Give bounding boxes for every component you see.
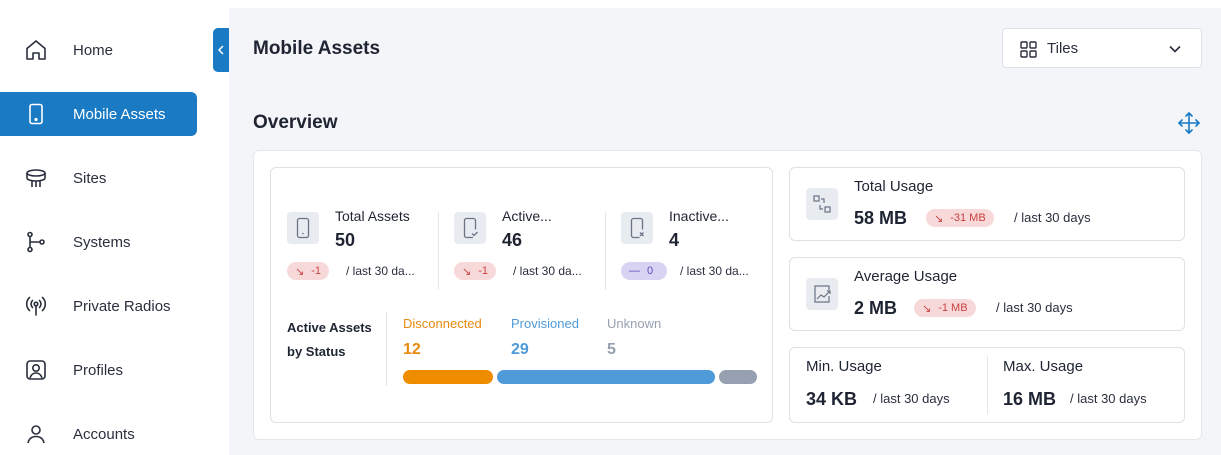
chevron-down-icon (1169, 45, 1181, 53)
sidebar-item-mobile-assets[interactable]: Mobile Assets (0, 92, 197, 136)
delta-badge: ↘ -1 (287, 262, 329, 280)
move-icon[interactable] (1177, 111, 1201, 135)
status-title-line: Active Assets (287, 320, 372, 335)
view-mode-select[interactable]: Tiles (1002, 28, 1202, 68)
max-usage-period: / last 30 days (1070, 391, 1147, 406)
sidebar-item-private-radios[interactable]: Private Radios (0, 284, 197, 328)
trend-down-icon: ↘ (934, 212, 944, 225)
radio-antenna-icon (25, 296, 47, 316)
stat-value: 4 (669, 230, 680, 250)
stat-value: 50 (335, 230, 356, 250)
usage-value: 58 MB (854, 208, 908, 228)
usage-period: / last 30 days (1014, 210, 1091, 225)
min-usage-period: / last 30 days (873, 391, 950, 406)
sidebar-item-sites[interactable]: Sites (0, 156, 197, 200)
delta-value: -1 (478, 265, 488, 277)
stat-period: / last 30 da... (513, 264, 582, 278)
status-label-provisioned: Provisioned (511, 316, 579, 331)
delta-badge: ↘ -1 MB (914, 299, 976, 317)
sidebar-item-label: Private Radios (73, 297, 171, 315)
stat-period: / last 30 da... (346, 264, 415, 278)
profile-icon (26, 360, 46, 380)
chevron-left-icon (217, 45, 224, 55)
systems-icon (27, 231, 45, 253)
site-tower-icon (26, 169, 46, 187)
usage-period: / last 30 days (996, 300, 1073, 315)
stat-total-assets: Total Assets 50 ↘ -1 / last 30 da... (287, 206, 437, 286)
status-bar-segment-unknown (719, 370, 757, 384)
mobile-device-icon (29, 103, 43, 125)
status-bar-segment-disconnected (403, 370, 493, 384)
sidebar-item-home[interactable]: Home (0, 28, 197, 72)
sidebar-item-accounts[interactable]: Accounts (0, 412, 197, 455)
stat-label: Active... (502, 208, 552, 224)
delta-value: -1 MB (938, 302, 968, 314)
mobile-device-icon (287, 212, 319, 244)
delta-value: -31 MB (950, 212, 986, 224)
usage-chart-icon (806, 278, 838, 310)
divider (386, 312, 387, 386)
page-title: Mobile Assets (253, 38, 381, 59)
sidebar: Home Mobile Assets Sites Systems Private… (0, 0, 229, 455)
status-title: Active Assets by Status (287, 316, 372, 364)
status-value-unknown: 5 (607, 341, 616, 358)
min-max-usage-card: Min. Usage 34 KB / last 30 days Max. Usa… (789, 347, 1185, 423)
grid-icon (1020, 41, 1037, 58)
min-usage-value: 34 KB (806, 389, 858, 409)
status-bar-segment-provisioned (497, 370, 715, 384)
view-mode-value: Tiles (1047, 40, 1079, 57)
status-value-disconnected: 12 (403, 341, 421, 358)
trend-down-icon: ↘ (462, 265, 472, 278)
divider (987, 356, 988, 414)
stat-label: Inactive... (669, 208, 729, 224)
overview-title: Overview (253, 112, 338, 133)
sidebar-item-label: Profiles (73, 361, 124, 379)
stat-inactive-assets: Inactive... 4 —0 / last 30 da... (621, 206, 771, 286)
stat-active-assets: Active... 46 ↘ -1 / last 30 da... (454, 206, 604, 286)
sidebar-item-profiles[interactable]: Profiles (0, 348, 197, 392)
mobile-check-icon (454, 212, 486, 244)
status-label-unknown: Unknown (607, 316, 662, 331)
stat-value: 46 (502, 230, 523, 250)
sidebar-item-label: Systems (73, 233, 131, 251)
sidebar-item-label: Mobile Assets (73, 105, 166, 123)
status-title-line: by Status (287, 344, 346, 359)
sidebar-item-label: Sites (73, 169, 107, 187)
stat-label: Total Assets (335, 208, 410, 224)
sidebar-item-systems[interactable]: Systems (0, 220, 197, 264)
stat-period: / last 30 da... (680, 264, 749, 278)
sidebar-item-label: Accounts (73, 425, 135, 443)
main-content: Mobile Assets Tiles Overview Total Asset… (229, 8, 1221, 455)
divider (605, 212, 606, 290)
average-usage-card: Average Usage 2 MB ↘ -1 MB / last 30 days (789, 257, 1185, 331)
delta-badge: ↘ -31 MB (926, 209, 994, 227)
assets-card: Total Assets 50 ↘ -1 / last 30 da... Acti… (270, 167, 773, 423)
data-usage-icon (806, 188, 838, 220)
status-label-disconnected: Disconnected (403, 316, 482, 331)
delta-value: 0 (647, 265, 654, 277)
mobile-x-icon (621, 212, 653, 244)
max-usage-label: Max. Usage (1003, 358, 1084, 375)
trend-down-icon: ↘ (295, 265, 305, 278)
total-usage-card: Total Usage 58 MB ↘ -31 MB / last 30 days (789, 167, 1185, 241)
delta-badge: ↘ -1 (454, 262, 496, 280)
trend-flat-icon: — (629, 265, 640, 277)
overview-panel: Total Assets 50 ↘ -1 / last 30 da... Acti… (253, 150, 1202, 440)
usage-label: Average Usage (854, 268, 958, 285)
collapse-sidebar-button[interactable] (213, 28, 229, 72)
delta-value: -1 (311, 265, 321, 277)
user-icon (27, 425, 45, 444)
status-value-provisioned: 29 (511, 341, 529, 358)
min-usage-label: Min. Usage (806, 358, 882, 375)
usage-value: 2 MB (854, 298, 898, 318)
divider (438, 212, 439, 290)
sidebar-item-label: Home (73, 41, 114, 59)
trend-down-icon: ↘ (922, 302, 932, 315)
home-icon (26, 40, 46, 60)
usage-label: Total Usage (854, 178, 934, 195)
delta-badge: —0 (621, 262, 667, 280)
max-usage-value: 16 MB (1003, 389, 1057, 409)
